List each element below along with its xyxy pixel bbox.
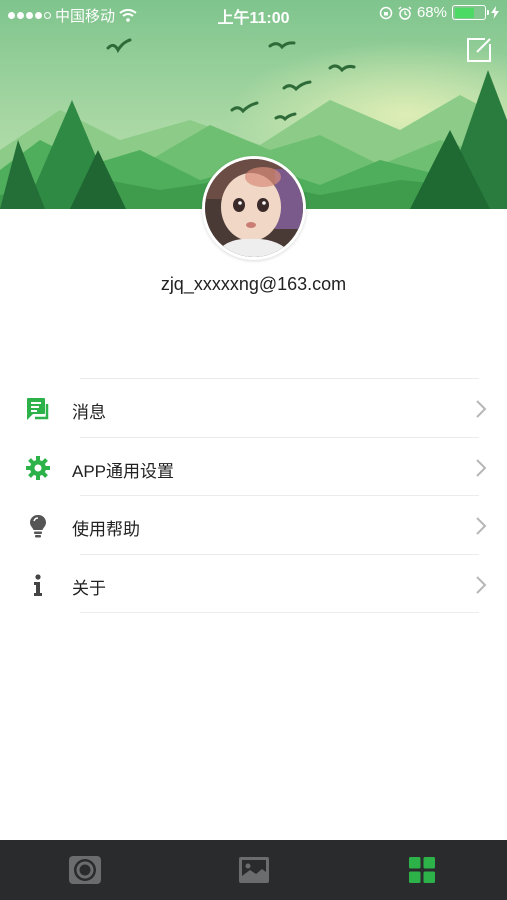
user-email: zjq_xxxxxng@163.com	[160, 274, 347, 294]
avatar[interactable]	[202, 156, 306, 260]
menu-item-about[interactable]: 关于	[0, 555, 507, 613]
tab-bar	[0, 840, 507, 900]
battery-icon	[452, 5, 489, 20]
settings-menu: 消息 APP通用设置 使用帮助 关于	[0, 378, 507, 613]
chevron-right-icon	[476, 575, 487, 594]
menu-item-messages[interactable]: 消息	[0, 379, 507, 438]
menu-item-label: 关于	[72, 578, 106, 598]
chevron-right-icon	[476, 400, 487, 418]
picture-icon	[239, 857, 269, 883]
edit-profile-button[interactable]	[465, 36, 493, 64]
chevron-right-icon	[476, 458, 487, 477]
charging-icon	[491, 6, 499, 19]
rotation-lock-icon	[379, 6, 393, 19]
message-icon	[27, 398, 49, 420]
lightbulb-icon	[30, 515, 46, 538]
info-icon	[34, 573, 42, 596]
menu-item-label: 使用帮助	[72, 520, 140, 539]
alarm-icon	[398, 5, 412, 20]
status-bar: 中国移动 上午11:00 68%	[0, 0, 507, 28]
menu-item-help[interactable]: 使用帮助	[0, 496, 507, 555]
camera-tab[interactable]	[67, 852, 103, 888]
more-tab[interactable]	[404, 852, 440, 888]
avatar-photo	[205, 159, 303, 257]
gear-icon	[26, 455, 50, 480]
menu-divider	[80, 612, 479, 613]
battery-percent: 68%	[416, 4, 447, 21]
menu-item-label: APP通用设置	[72, 461, 175, 481]
camera-lens-icon	[69, 856, 101, 884]
grid-icon	[409, 857, 435, 883]
menu-item-app-settings[interactable]: APP通用设置	[0, 438, 507, 496]
gallery-tab[interactable]	[236, 852, 272, 888]
chevron-right-icon	[476, 517, 487, 535]
menu-item-label: 消息	[72, 403, 106, 422]
